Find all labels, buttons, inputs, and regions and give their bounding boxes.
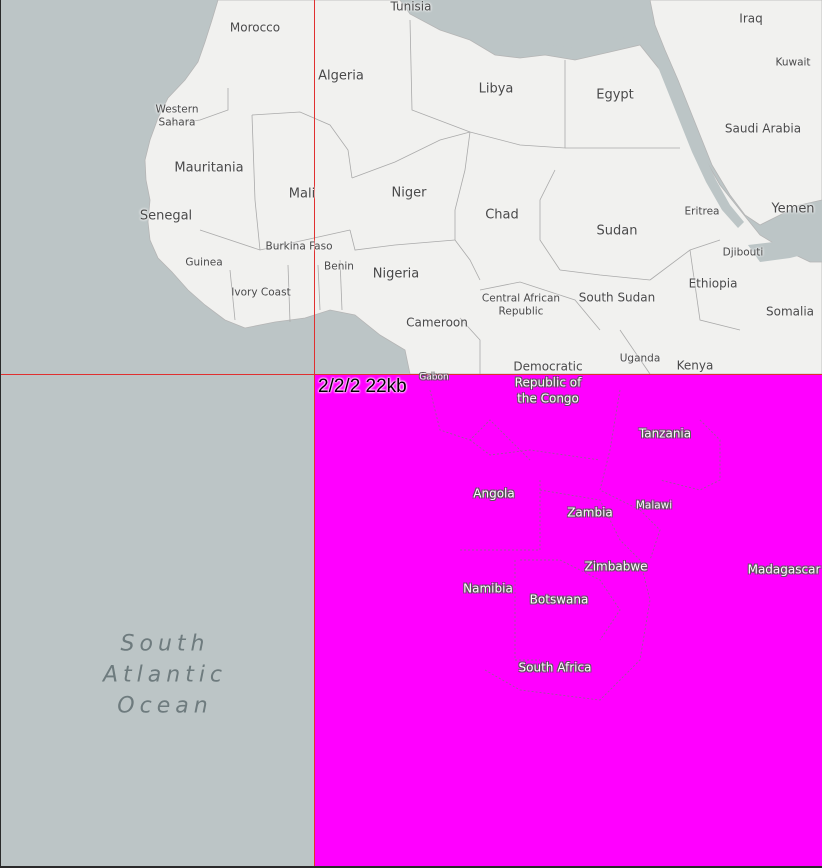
label-car-2: Republic [498,305,544,318]
label-eritrea: Eritrea [684,205,720,218]
label-somalia: Somalia [765,304,815,319]
label-mali: Mali [288,186,316,202]
label-zambia: Zambia [567,505,613,520]
label-burkina-faso: Burkina Faso [265,240,333,253]
label-saudi-arabia: Saudi Arabia [724,121,802,136]
label-roc-1: Republic of [514,375,582,390]
label-tunisia: Tunisia [390,0,432,14]
label-mauritania: Mauritania [174,160,244,176]
tile-grid-vertical [314,0,315,868]
label-cameroon: Cameroon [406,315,468,330]
label-botswana: Botswana [529,592,589,607]
label-south-atlantic-ocean: South Atlantic Ocean [103,629,227,722]
missing-tile-borders [429,389,721,701]
label-senegal: Senegal [139,208,193,224]
tile-grid-horizontal [0,374,822,375]
label-ethiopia: Ethiopia [688,276,738,291]
label-ivory-coast: Ivory Coast [231,286,291,299]
label-iraq: Iraq [739,11,763,26]
ocean-line-1: South [120,631,210,657]
label-guinea: Guinea [185,256,223,269]
label-south-sudan: South Sudan [578,290,656,305]
label-libya: Libya [478,81,514,97]
label-algeria: Algeria [318,68,364,84]
label-south-africa: South Africa [518,660,592,675]
label-uganda: Uganda [619,352,661,365]
label-madagascar: Madagascar [747,562,821,577]
label-malawi: Malawi [635,499,673,512]
label-nigeria: Nigeria [372,266,420,282]
label-namibia: Namibia [463,581,513,596]
label-niger: Niger [391,185,427,201]
label-egypt: Egypt [596,87,634,103]
label-angola: Angola [473,486,515,501]
label-tanzania: Tanzania [638,426,692,441]
label-kenya: Kenya [676,358,714,373]
label-morocco: Morocco [229,20,281,35]
label-car-1: Central African [481,292,561,305]
label-djibouti: Djibouti [722,246,764,259]
label-yemen: Yemen [771,201,815,217]
label-gabon: Gabon [419,372,449,383]
label-western-sahara-1: Western [155,103,199,116]
label-democratic: Democratic [513,359,583,374]
map-edge-left [0,0,1,868]
label-sudan: Sudan [596,223,638,239]
ocean-line-2: Atlantic [102,662,228,688]
map-viewport[interactable]: Tunisia Iraq Morocco Algeria Libya Egypt… [0,0,822,868]
label-chad: Chad [485,207,519,223]
label-zimbabwe: Zimbabwe [584,559,648,574]
label-kuwait: Kuwait [775,56,811,69]
tile-debug-info: 2/2/2 22kb [318,376,407,397]
label-roc-2: the Congo [517,391,579,406]
ocean-line-3: Ocean [117,693,213,719]
label-western-sahara-2: Sahara [158,116,196,129]
label-benin: Benin [324,260,354,273]
